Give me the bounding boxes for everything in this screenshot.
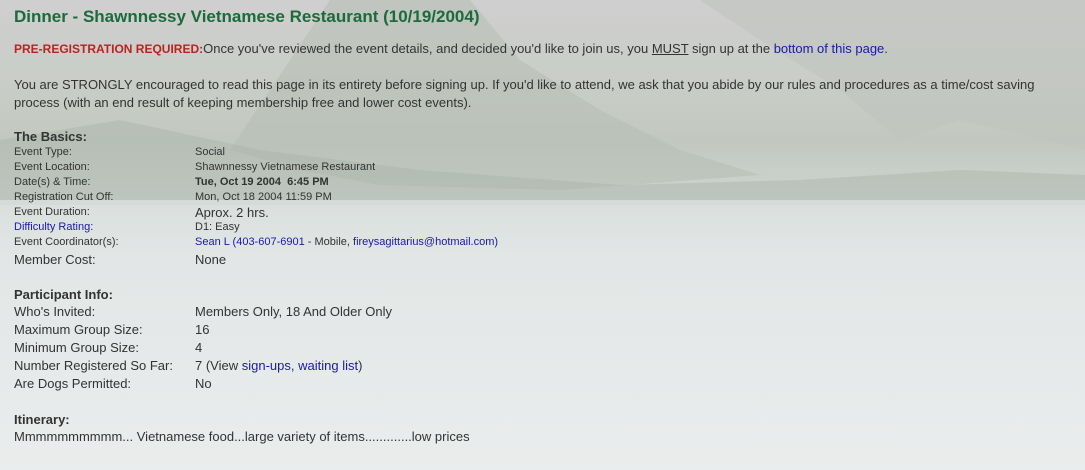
- bottom-of-page-link[interactable]: bottom of this page: [774, 41, 885, 56]
- difficulty-rating-link[interactable]: Difficulty Rating:: [14, 220, 195, 235]
- coordinator-email-link[interactable]: fireysagittarius@hotmail.com: [353, 236, 494, 248]
- event-type-value: Social: [195, 146, 225, 158]
- max-size-value: 16: [195, 322, 210, 337]
- dogs-value: No: [195, 376, 212, 391]
- cutoff-label: Registration Cut Off:: [14, 191, 114, 203]
- coordinator-mobile-text: - Mobile,: [304, 236, 354, 248]
- coordinator-name-link[interactable]: Sean L: [195, 236, 229, 248]
- duration-label: Event Duration:: [14, 206, 90, 218]
- prereg-text-after: .: [884, 41, 888, 56]
- basics-section: The Basics: Event Type: Social Event Loc…: [14, 129, 1075, 268]
- intro-paragraph: You are STRONGLY encouraged to read this…: [14, 77, 1035, 110]
- waiting-list-link[interactable]: waiting list: [298, 358, 358, 373]
- coordinator-label: Event Coordinator(s):: [14, 236, 119, 248]
- prereg-text-mid: sign up at the: [688, 41, 774, 56]
- invited-label: Who's Invited:: [14, 304, 96, 319]
- datetime-row: Date(s) & Time: Tue, Oct 19 2004 6:45 PM: [14, 175, 1075, 190]
- event-type-label: Event Type:: [14, 146, 72, 158]
- itinerary-text: Mmmmmmmmmm... Vietnamese food...large va…: [14, 429, 470, 444]
- member-cost-value: None: [195, 252, 227, 267]
- registered-row: Number Registered So Far: 7 (View sign-u…: [14, 357, 1075, 375]
- participant-heading: Participant Info:: [14, 287, 113, 302]
- registered-value: 7 (View sign-ups, waiting list): [195, 357, 362, 375]
- dogs-label: Are Dogs Permitted:: [14, 376, 132, 391]
- page-title: Dinner - Shawnnessy Vietnamese Restauran…: [14, 7, 480, 26]
- event-location-label: Event Location:: [14, 161, 90, 173]
- event-type-row: Event Type: Social: [14, 145, 1075, 160]
- prereg-text-before: Once you've reviewed the event details, …: [203, 41, 652, 56]
- max-size-label: Maximum Group Size:: [14, 322, 143, 337]
- coordinator-phone: 403-607-6901: [236, 236, 305, 248]
- invited-value: Members Only, 18 And Older Only: [195, 304, 393, 319]
- datetime-label: Date(s) & Time:: [14, 176, 91, 188]
- coordinator-value: Sean L (403-607-6901 - Mobile, fireysagi…: [195, 235, 498, 250]
- registered-suffix: ): [358, 358, 363, 373]
- preregistration-notice: PRE-REGISTRATION REQUIRED:Once you've re…: [14, 40, 1075, 58]
- dogs-row: Are Dogs Permitted: No: [14, 375, 1075, 393]
- basics-heading: The Basics:: [14, 129, 87, 144]
- event-location-value: Shawnnessy Vietnamese Restaurant: [195, 161, 376, 173]
- min-size-label: Minimum Group Size:: [14, 340, 139, 355]
- member-cost-label: Member Cost:: [14, 252, 96, 267]
- cutoff-row: Registration Cut Off: Mon, Oct 18 2004 1…: [14, 190, 1075, 205]
- difficulty-row: Difficulty Rating: D1: Easy: [14, 220, 1075, 235]
- event-location-row: Event Location: Shawnnessy Vietnamese Re…: [14, 160, 1075, 175]
- member-cost-row: Member Cost: None: [14, 251, 1075, 268]
- difficulty-value: D1: Easy: [195, 221, 240, 233]
- preregistration-required-label: PRE-REGISTRATION REQUIRED:: [14, 42, 204, 56]
- itinerary-section: Itinerary: Mmmmmmmmmm... Vietnamese food…: [14, 412, 1075, 446]
- datetime-value: Tue, Oct 19 2004 6:45 PM: [195, 176, 329, 188]
- must-emphasis: MUST: [651, 41, 689, 56]
- itinerary-heading: Itinerary:: [14, 412, 70, 427]
- registered-label: Number Registered So Far:: [14, 358, 173, 373]
- duration-row: Event Duration: Aprox. 2 hrs.: [14, 205, 1075, 220]
- coordinator-close-paren: ): [494, 236, 499, 248]
- min-size-row: Minimum Group Size: 4: [14, 339, 1075, 357]
- invited-row: Who's Invited: Members Only, 18 And Olde…: [14, 303, 1075, 321]
- cutoff-value: Mon, Oct 18 2004 11:59 PM: [195, 191, 332, 203]
- coordinator-row: Event Coordinator(s): Sean L (403-607-69…: [14, 235, 1075, 250]
- max-size-row: Maximum Group Size: 16: [14, 321, 1075, 339]
- min-size-value: 4: [195, 340, 203, 355]
- duration-value: Aprox. 2 hrs.: [195, 205, 269, 220]
- registered-count: 7 (View: [195, 358, 242, 373]
- signups-link[interactable]: sign-ups: [242, 358, 291, 373]
- participant-section: Participant Info: Who's Invited: Members…: [14, 287, 1075, 393]
